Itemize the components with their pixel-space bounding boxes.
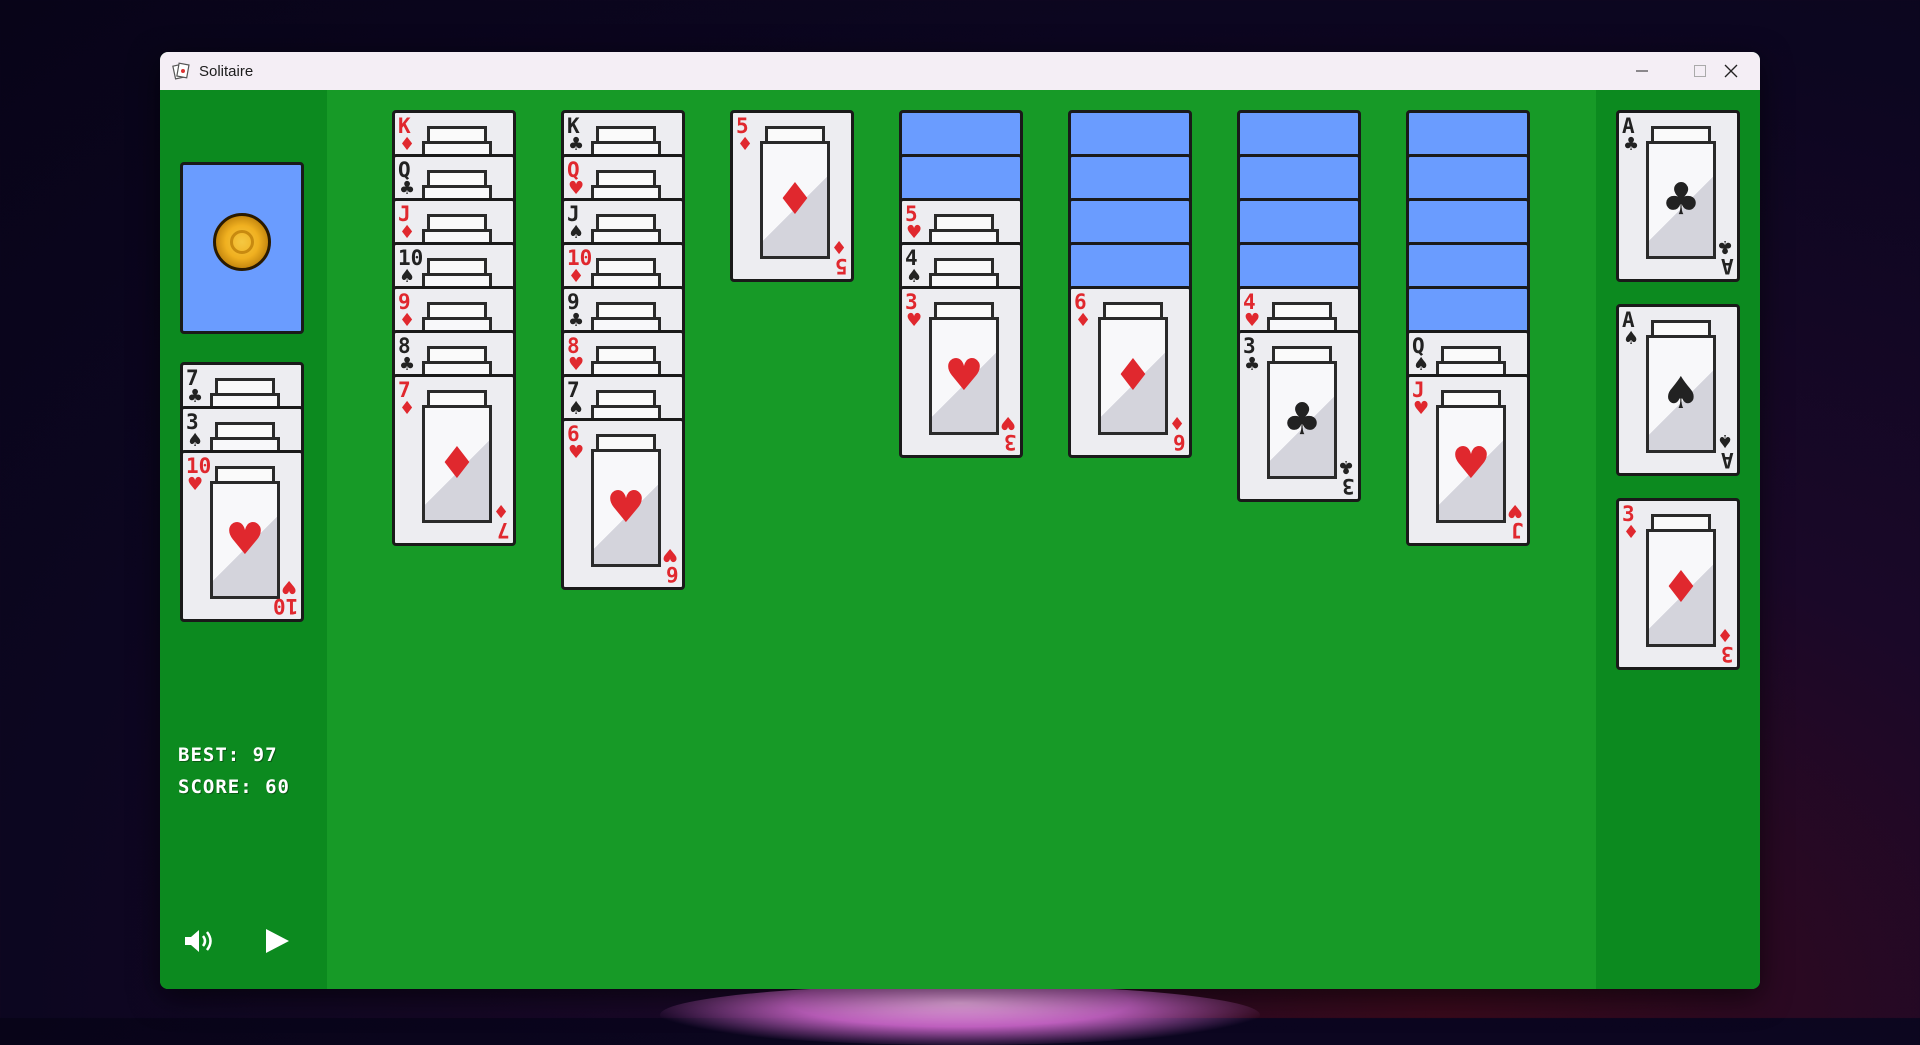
- card-center-pip: ♦: [1098, 317, 1168, 435]
- sound-icon: [185, 930, 212, 952]
- foundation-card[interactable]: A ♣ ♣ A ♣: [1616, 110, 1740, 282]
- card-center-pip: ♦: [422, 405, 492, 523]
- minimize-icon: [1636, 70, 1648, 72]
- card-suit-icon: ♠: [399, 266, 416, 287]
- card-suit-icon: ♣: [399, 178, 416, 199]
- card-suit-icon-bottom: ♦: [1168, 412, 1185, 433]
- card-suit-icon: ♥: [906, 310, 923, 331]
- playing-card[interactable]: 6 ♦ ♦ 6 ♦: [1068, 286, 1192, 458]
- card-center-pip: ♠: [1646, 335, 1716, 453]
- minimize-button[interactable]: [1613, 52, 1671, 90]
- card-suit-icon: ♣: [1623, 134, 1640, 155]
- card-suit-icon: ♣: [568, 134, 585, 155]
- card-suit-icon: ♥: [568, 354, 585, 375]
- right-panel: A ♣ ♣ A ♣ A ♠ ♠ A ♠ 3 ♦ ♦ 3 ♦: [1596, 90, 1760, 989]
- card-suit-icon: ♣: [568, 310, 585, 331]
- card-center-suit-icon: ♣: [1661, 174, 1701, 225]
- card-suit-icon-bottom: ♥: [280, 576, 297, 597]
- card-suit-icon: ♦: [399, 310, 416, 331]
- sound-button[interactable]: [182, 926, 216, 956]
- card-suit-icon-bottom: ♦: [1716, 624, 1733, 645]
- desktop-glow: [660, 985, 1260, 1045]
- card-suit-icon-bottom: ♠: [1716, 430, 1733, 451]
- close-icon: [1724, 64, 1738, 78]
- playing-card[interactable]: 7 ♦ ♦ 7 ♦: [392, 374, 516, 546]
- card-center-pip: ♥: [929, 317, 999, 435]
- card-suit-icon: ♣: [187, 386, 204, 407]
- stock-pile[interactable]: [180, 162, 304, 334]
- card-center-suit-icon: ♦: [1661, 562, 1701, 613]
- card-suit-icon: ♥: [568, 178, 585, 199]
- card-suit-icon: ♥: [1413, 398, 1430, 419]
- card-suit-icon: ♠: [1413, 354, 1430, 375]
- card-center-suit-icon: ♥: [1451, 438, 1491, 489]
- card-suit-icon: ♥: [906, 222, 923, 243]
- card-center-pip: ♦: [1646, 529, 1716, 647]
- app-icon: [172, 62, 190, 80]
- playing-card[interactable]: 5 ♦ ♦ 5 ♦: [730, 110, 854, 282]
- playing-card[interactable]: 3 ♥ ♥ 3 ♥: [899, 286, 1023, 458]
- card-suit-icon: ♠: [1623, 328, 1640, 349]
- playing-card[interactable]: 6 ♥ ♥ 6 ♥: [561, 418, 685, 590]
- foundation-card[interactable]: A ♠ ♠ A ♠: [1616, 304, 1740, 476]
- card-center-pip: ♥: [210, 481, 280, 599]
- window-title: Solitaire: [199, 62, 254, 80]
- card-suit-icon: ♦: [737, 134, 754, 155]
- foundation-card[interactable]: 3 ♦ ♦ 3 ♦: [1616, 498, 1740, 670]
- card-suit-icon: ♦: [1075, 310, 1092, 331]
- card-center-suit-icon: ♣: [1282, 394, 1322, 445]
- card-center-suit-icon: ♦: [775, 174, 815, 225]
- card-center-pip: ♣: [1646, 141, 1716, 259]
- card-suit-icon: ♦: [1623, 522, 1640, 543]
- coin-icon: [213, 213, 271, 271]
- card-center-pip: ♥: [591, 449, 661, 567]
- close-button[interactable]: [1702, 52, 1760, 90]
- playing-card[interactable]: 10 ♥ ♥ 10 ♥: [180, 450, 304, 622]
- left-panel: 7♣♣7♣3♠♠3♠10♥♥10♥ BEST: 97 SCORE: 60: [160, 90, 327, 989]
- card-center-pip: ♦: [760, 141, 830, 259]
- playing-card[interactable]: J ♥ ♥ J ♥: [1406, 374, 1530, 546]
- card-suit-icon: ♦: [568, 266, 585, 287]
- card-suit-icon: ♥: [568, 442, 585, 463]
- card-suit-icon: ♣: [399, 354, 416, 375]
- title-bar[interactable]: Solitaire: [160, 52, 1760, 90]
- waste-pile[interactable]: 7♣♣7♣3♠♠3♠10♥♥10♥: [180, 362, 304, 622]
- card-center-suit-icon: ♥: [225, 514, 265, 565]
- card-center-suit-icon: ♦: [1113, 350, 1153, 401]
- card-center-suit-icon: ♥: [944, 350, 984, 401]
- current-score: SCORE: 60: [178, 776, 290, 798]
- card-center-suit-icon: ♦: [437, 438, 477, 489]
- card-suit-icon-bottom: ♦: [830, 236, 847, 257]
- card-suit-icon: ♠: [568, 222, 585, 243]
- card-center-suit-icon: ♠: [1661, 368, 1701, 419]
- card-center-suit-icon: ♥: [606, 482, 646, 533]
- card-center-pip: ♣: [1267, 361, 1337, 479]
- card-suit-icon: ♦: [399, 134, 416, 155]
- card-suit-icon: ♠: [906, 266, 923, 287]
- best-score: BEST: 97: [178, 744, 278, 766]
- playing-card[interactable]: 3 ♣ ♣ 3 ♣: [1237, 330, 1361, 502]
- card-suit-icon: ♣: [1244, 354, 1261, 375]
- card-suit-icon-bottom: ♥: [661, 544, 678, 565]
- card-suit-icon: ♥: [187, 474, 204, 495]
- card-suit-icon-bottom: ♦: [492, 500, 509, 521]
- card-suit-icon: ♥: [1244, 310, 1261, 331]
- play-icon: [266, 929, 289, 953]
- solitaire-window: Solitaire 7♣♣7♣3♠♠3♠10♥♥10♥ BEST: 97 SCO…: [160, 52, 1760, 989]
- card-suit-icon: ♦: [399, 222, 416, 243]
- card-center-pip: ♥: [1436, 405, 1506, 523]
- card-suit-icon-bottom: ♥: [999, 412, 1016, 433]
- card-suit-icon-bottom: ♣: [1716, 236, 1733, 257]
- card-suit-icon: ♠: [568, 398, 585, 419]
- card-suit-icon-bottom: ♥: [1506, 500, 1523, 521]
- play-button[interactable]: [260, 926, 294, 956]
- card-suit-icon-bottom: ♣: [1337, 456, 1354, 477]
- card-suit-icon: ♠: [187, 430, 204, 451]
- card-suit-icon: ♦: [399, 398, 416, 419]
